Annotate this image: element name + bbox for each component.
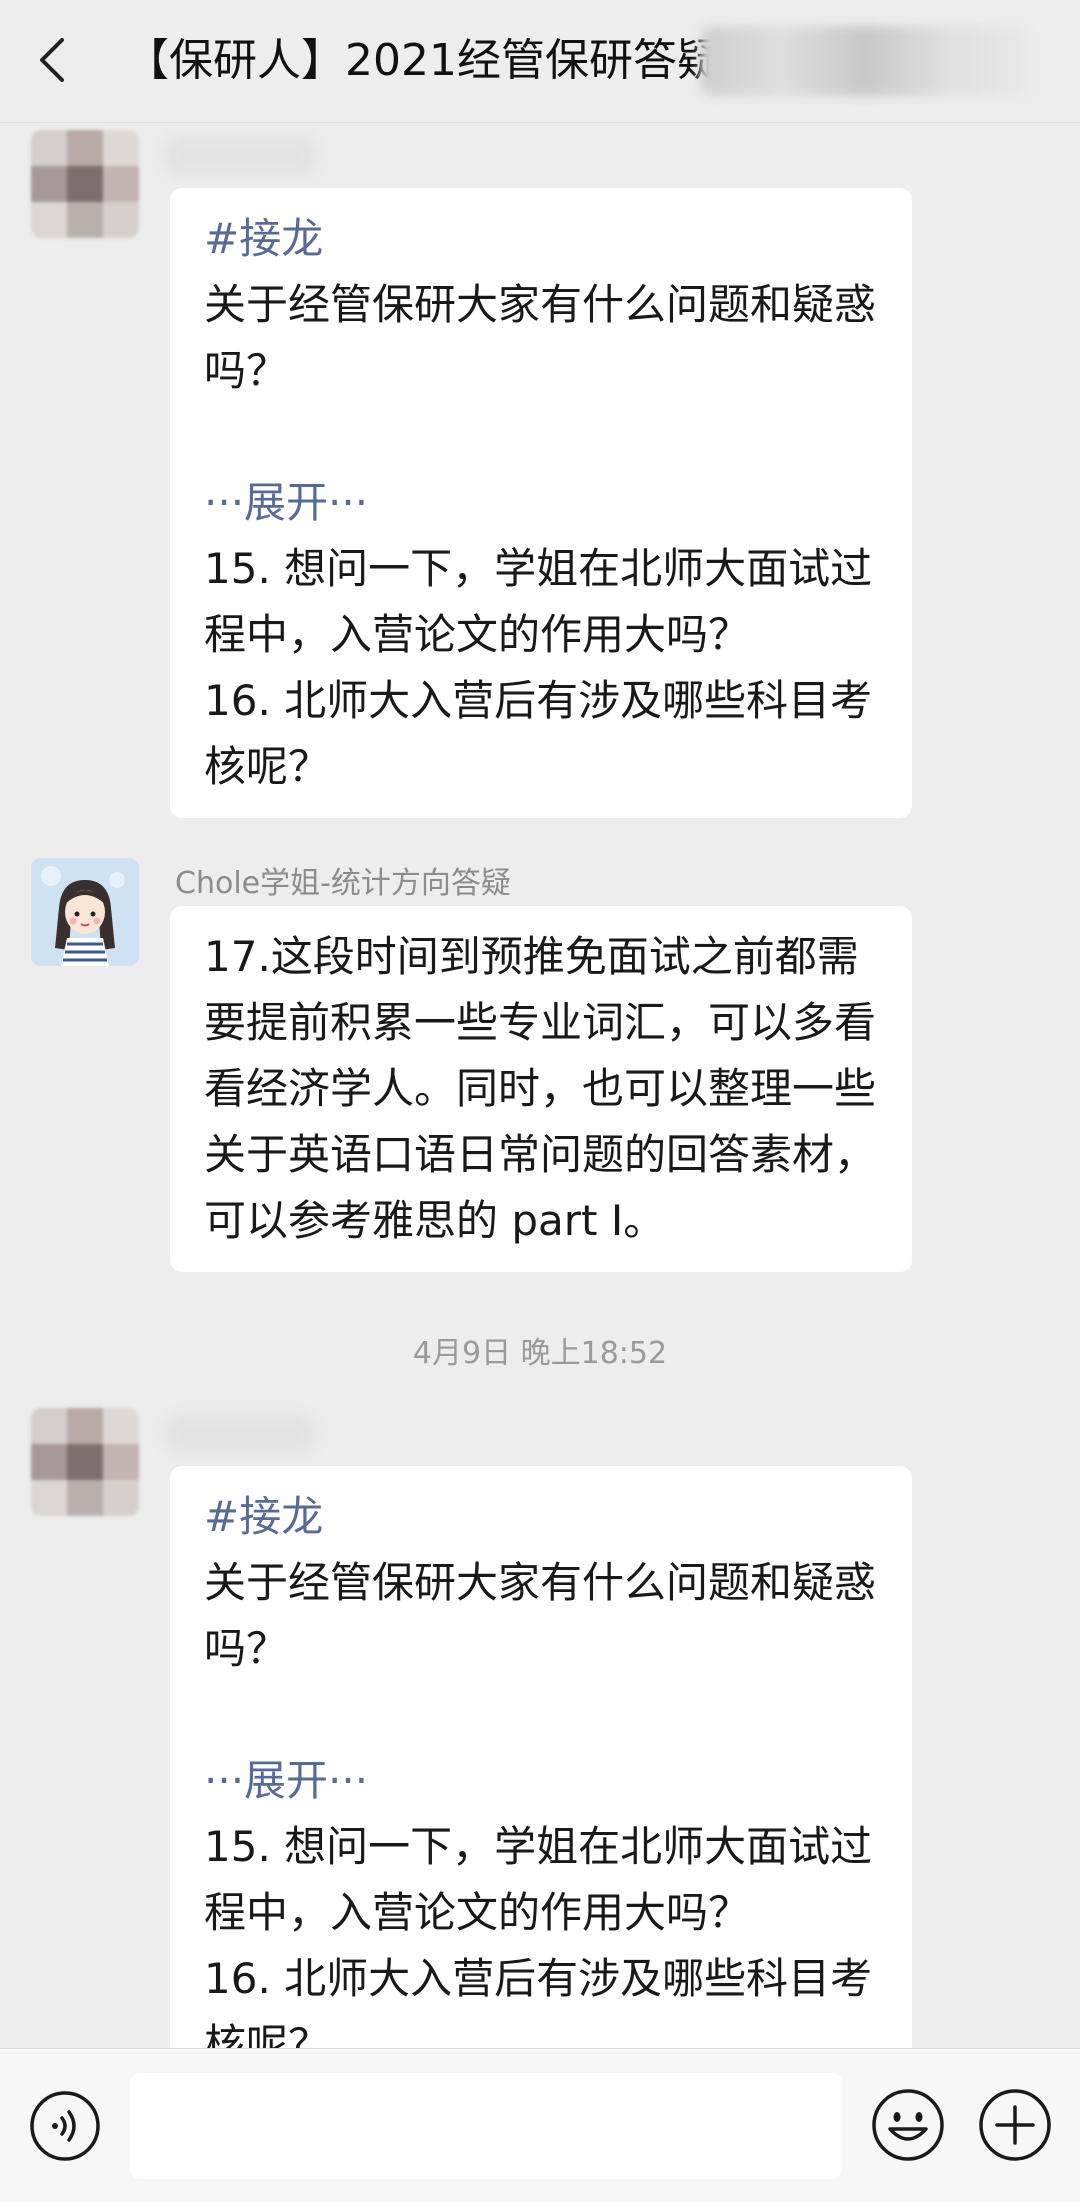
chevron-left-icon[interactable] xyxy=(30,30,80,90)
timestamp: 4月9日 晚上18:52 xyxy=(412,1336,668,1371)
message-list[interactable]: #接龙 关于经管保研大家有什么问题和疑惑吗？ ···展开··· 15. 想问一下… xyxy=(0,122,1080,2048)
quote-tag[interactable]: #接龙 xyxy=(204,1484,880,1550)
avatar[interactable] xyxy=(31,130,139,238)
plus-icon[interactable] xyxy=(977,2087,1053,2163)
avatar[interactable] xyxy=(31,858,139,966)
message-line: 15. 想问一下，学姐在北师大面试过程中，入营论文的作用大吗？ xyxy=(204,544,873,659)
message-bubble[interactable]: #接龙 关于经管保研大家有什么问题和疑惑吗？ ···展开··· 15. 想问一下… xyxy=(170,1466,912,2048)
sender-name[interactable]: Chole学姐-统计方向答疑 xyxy=(175,858,511,902)
message-text: 17.这段时间到预推免面试之前都需要提前积累一些专业词汇，可以多看看经济学人。同… xyxy=(204,932,877,1245)
quote-intro: 关于经管保研大家有什么问题和疑惑吗？ xyxy=(204,1558,877,1673)
quote-intro: 关于经管保研大家有什么问题和疑惑吗？ xyxy=(204,280,877,395)
message-bubble[interactable]: 17.这段时间到预推免面试之前都需要提前积累一些专业词汇，可以多看看经济学人。同… xyxy=(170,906,912,1272)
sender-name-blurred xyxy=(165,1414,315,1454)
sender-name-blurred xyxy=(165,136,315,176)
input-bar xyxy=(0,2048,1080,2202)
girl-avatar-icon xyxy=(31,858,139,966)
message-line: 15. 想问一下，学姐在北师大面试过程中，入营论文的作用大吗？ xyxy=(204,1822,873,1937)
message-line: 16. 北师大入营后有涉及哪些科目考核呢？ xyxy=(204,1954,873,2048)
expand-link[interactable]: ···展开··· xyxy=(204,470,880,536)
voice-icon[interactable] xyxy=(28,2089,102,2163)
avatar[interactable] xyxy=(31,1408,139,1516)
message-bubble[interactable]: #接龙 关于经管保研大家有什么问题和疑惑吗？ ···展开··· 15. 想问一下… xyxy=(170,188,912,818)
chat-header: 【保研人】2021经管保研答疑 xyxy=(0,0,1080,123)
expand-link[interactable]: ···展开··· xyxy=(204,1748,880,1814)
quote-tag[interactable]: #接龙 xyxy=(204,206,880,272)
message-line: 16. 北师大入营后有涉及哪些科目考核呢？ xyxy=(204,676,873,791)
chat-title: 【保研人】2021经管保研答疑 xyxy=(125,35,721,86)
emoji-icon[interactable] xyxy=(870,2087,946,2163)
message-input[interactable] xyxy=(130,2073,842,2179)
title-blur-overlay xyxy=(700,26,1030,96)
